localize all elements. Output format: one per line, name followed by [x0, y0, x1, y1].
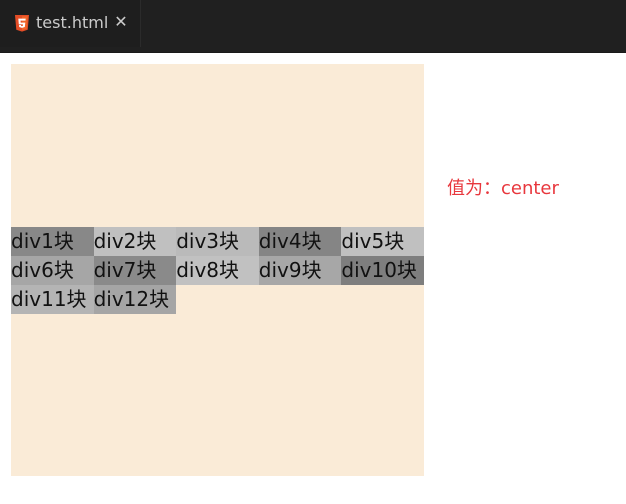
flex-item-10: div10块 — [341, 255, 424, 285]
html5-icon — [15, 15, 29, 32]
flex-container: div1块 div2块 div3块 div4块 div5块 div6块 div7块 div8块… — [11, 64, 424, 476]
flex-item-1: div1块 — [11, 226, 94, 256]
flex-item-9: div9块 — [258, 255, 342, 285]
flex-item-6: div6块 — [11, 255, 94, 285]
flex-item-3: div3块 — [176, 226, 259, 256]
flex-item-11: div11块 — [11, 284, 94, 314]
flex-item-12: div12块 — [93, 284, 177, 314]
tab-title: test.html — [36, 13, 109, 32]
flex-item-5: div5块 — [341, 226, 424, 256]
editor-tab-bar: test.html ✕ — [0, 0, 626, 53]
flex-item-2: div2块 — [93, 226, 177, 256]
flex-item-4: div4块 — [258, 226, 342, 256]
close-icon[interactable]: ✕ — [113, 14, 129, 30]
align-content-caption: 值为：center — [447, 178, 559, 199]
tab-test-html[interactable]: test.html ✕ — [0, 0, 141, 47]
flex-item-8: div8块 — [176, 255, 259, 285]
flex-item-7: div7块 — [93, 255, 177, 285]
page-viewport: div1块 div2块 div3块 div4块 div5块 div6块 div7块 div8块… — [0, 53, 626, 504]
